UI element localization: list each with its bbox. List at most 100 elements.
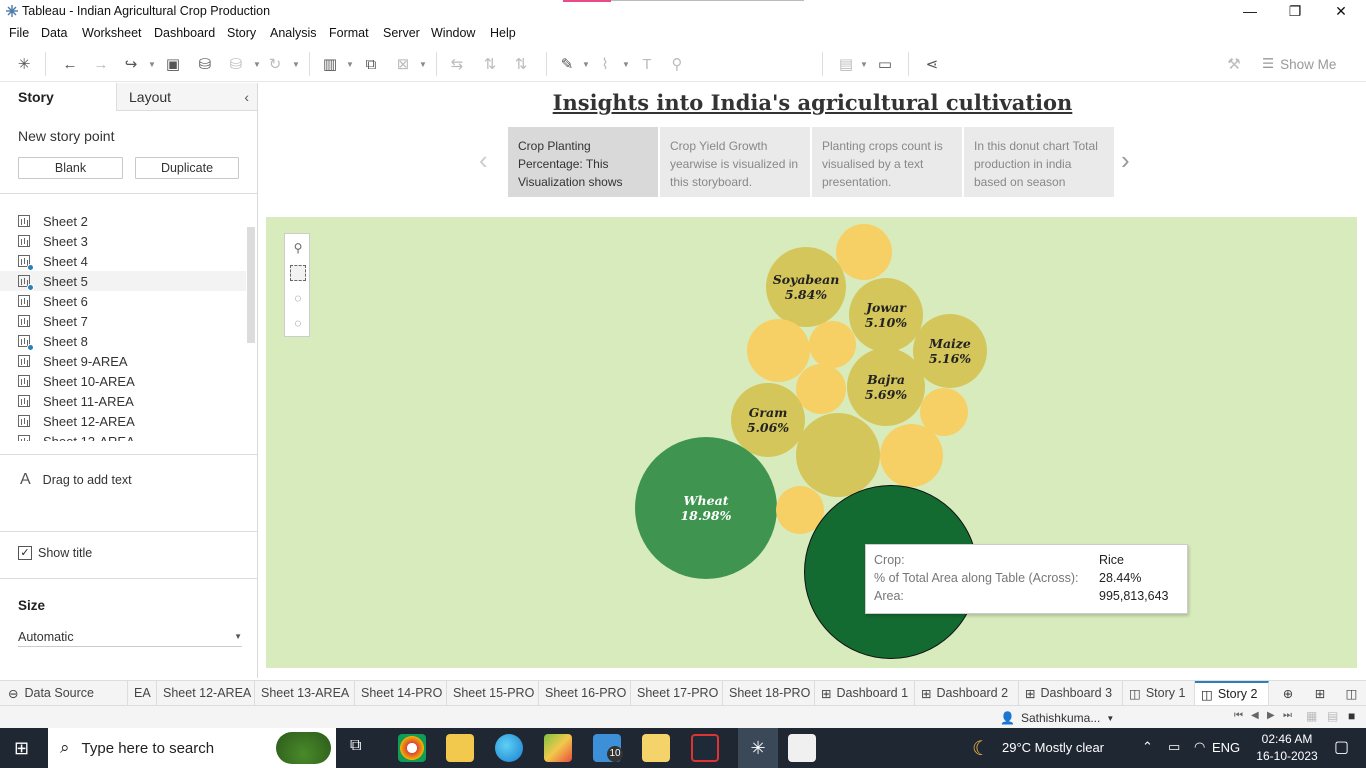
blank-button[interactable]: Blank <box>18 157 123 179</box>
text-label-icon[interactable]: T <box>637 54 657 74</box>
tab-sheet[interactable]: Sheet 17-PRO <box>631 681 723 705</box>
clear-sheet-icon[interactable]: ⊠ <box>393 54 413 74</box>
tableau-taskbar-icon[interactable]: ✳ <box>738 728 778 768</box>
close-button[interactable]: ✕ <box>1318 0 1364 22</box>
tab-data-source[interactable]: ⊖ Data Source <box>0 681 128 705</box>
language-indicator[interactable]: ENG <box>1212 740 1240 755</box>
bubble-mark[interactable] <box>880 424 943 487</box>
sheet-list-item[interactable]: Sheet 10-AREA <box>18 371 135 391</box>
tab-sheet[interactable]: Sheet 12-AREA <box>157 681 255 705</box>
pin-icon[interactable]: ⚲ <box>667 54 687 74</box>
lasso-select-icon[interactable]: ◌ <box>290 315 306 331</box>
minimize-button[interactable]: — <box>1227 0 1273 22</box>
new-story-icon[interactable]: ◫ <box>1337 681 1366 705</box>
grid-view-icon[interactable]: ▦ <box>1306 709 1317 723</box>
new-worksheet-icon[interactable]: ⊕ <box>1273 681 1303 705</box>
windows-start-icon[interactable]: ⊞ <box>14 738 34 758</box>
bubble-bajra[interactable]: Bajra 5.69% <box>847 348 925 426</box>
previous-story-point-icon[interactable]: ‹ <box>479 145 488 176</box>
weather-text[interactable]: 29°C Mostly clear <box>1002 740 1104 755</box>
file-explorer-icon[interactable] <box>446 734 474 762</box>
duplicate-sheet-icon[interactable]: ⧉ <box>361 54 381 74</box>
tab-dashboard-2[interactable]: ⊞ Dashboard 2 <box>915 681 1019 705</box>
tab-sheet[interactable]: Sheet 15-PRO <box>447 681 539 705</box>
sort-ascending-icon[interactable]: ⇅ <box>480 54 500 74</box>
new-worksheet-icon[interactable]: ▥ <box>320 54 340 74</box>
bubble-mark[interactable] <box>809 321 856 368</box>
tab-sheet[interactable]: EA <box>128 681 157 705</box>
sheet-list-item[interactable]: Sheet 4 <box>18 251 88 271</box>
restore-button[interactable]: ❐ <box>1272 0 1318 22</box>
tab-sheet[interactable]: Sheet 18-PRO <box>723 681 815 705</box>
chevron-down-icon[interactable]: ▼ <box>622 60 630 69</box>
size-dropdown[interactable]: Automatic ▼ <box>18 627 242 647</box>
replay-icon[interactable]: ↪ <box>121 54 141 74</box>
edge-icon[interactable] <box>495 734 523 762</box>
task-view-icon[interactable]: ⧉ <box>350 737 361 755</box>
chevron-down-icon[interactable]: ▼ <box>253 60 261 69</box>
pin-icon[interactable]: ⚲ <box>290 240 306 256</box>
store-icon[interactable] <box>788 734 816 762</box>
chrome-icon[interactable] <box>398 734 426 762</box>
save-icon[interactable]: ▣ <box>163 54 183 74</box>
sheet-list-item[interactable]: Sheet 12-AREA <box>18 411 135 431</box>
sheet-list-item[interactable]: Sheet 5 <box>0 271 246 291</box>
last-page-icon[interactable]: ⏭ <box>1283 710 1292 721</box>
sheet-list-item[interactable]: Sheet 13-AREA <box>18 431 135 441</box>
show-title-toggle[interactable]: ✓ Show title <box>18 546 92 560</box>
story-point-2[interactable]: Crop Yield Growth yearwise is visualized… <box>660 127 810 197</box>
rectangle-select-icon[interactable] <box>290 265 306 281</box>
brush-icon[interactable]: ⚒ <box>1224 54 1244 74</box>
tab-layout[interactable]: Layout ‹ <box>116 83 257 111</box>
menu-server[interactable]: Server <box>383 26 420 40</box>
sheet-list-item[interactable]: Sheet 8 <box>18 331 88 351</box>
bubble-wheat[interactable]: Wheat 18.98% <box>635 437 777 579</box>
tab-sheet[interactable]: Sheet 14-PRO <box>355 681 447 705</box>
menu-help[interactable]: Help <box>490 26 516 40</box>
tab-sheet[interactable]: Sheet 13-AREA <box>255 681 355 705</box>
story-point-3[interactable]: Planting crops count is visualised by a … <box>812 127 962 197</box>
checkbox-checked-icon[interactable]: ✓ <box>18 546 32 560</box>
sort-descending-icon[interactable]: ⇅ <box>511 54 531 74</box>
show-cards-icon[interactable]: ▤ <box>836 54 856 74</box>
attach-icon[interactable]: ⌇ <box>595 54 615 74</box>
mail-icon[interactable]: 10 <box>593 734 623 762</box>
menu-window[interactable]: Window <box>431 26 475 40</box>
presentation-mode-icon[interactable]: ▭ <box>875 54 895 74</box>
chevron-down-icon[interactable]: ▼ <box>346 60 354 69</box>
sheet-list-item[interactable]: Sheet 9-AREA <box>18 351 128 371</box>
undo-icon[interactable]: ← <box>60 54 80 74</box>
bubble-mark[interactable] <box>836 224 892 280</box>
next-page-icon[interactable]: ▶ <box>1267 710 1275 721</box>
menu-data[interactable]: Data <box>41 26 67 40</box>
share-icon[interactable]: ⋖ <box>922 54 942 74</box>
wifi-icon[interactable]: ◠ <box>1194 739 1205 755</box>
collapse-pane-icon[interactable]: ‹ <box>244 89 249 105</box>
sheet-list-item[interactable]: Sheet 2 <box>18 211 88 231</box>
notification-icon[interactable]: ▢ <box>1334 737 1349 757</box>
bubble-soyabean[interactable]: Soyabean 5.84% <box>766 247 846 327</box>
bubble-jowar[interactable]: Jowar 5.10% <box>849 278 923 352</box>
new-dashboard-icon[interactable]: ⊞ <box>1305 681 1335 705</box>
python-icon[interactable] <box>642 734 670 762</box>
story-point-1[interactable]: Crop Planting Percentage: This Visualiza… <box>508 127 658 197</box>
sheet-list-item[interactable]: Sheet 6 <box>18 291 88 311</box>
bubble-maize[interactable]: Maize 5.16% <box>913 314 987 388</box>
clock-time[interactable]: 02:46 AM <box>1252 732 1322 746</box>
chevron-down-icon[interactable]: ▼ <box>148 60 156 69</box>
radial-select-icon[interactable]: ◌ <box>290 290 306 306</box>
user-menu[interactable]: 👤 Sathishkuma... ▼ <box>1000 709 1125 727</box>
battery-icon[interactable]: ▭ <box>1168 739 1180 755</box>
first-page-icon[interactable]: ⏮ <box>1234 710 1243 721</box>
show-me-button[interactable]: ☰ Show Me <box>1262 54 1336 74</box>
recorder-icon[interactable] <box>691 734 719 762</box>
menu-analysis[interactable]: Analysis <box>270 26 317 40</box>
bluestacks-icon[interactable] <box>544 734 572 762</box>
redo-icon[interactable]: → <box>91 54 111 74</box>
sheet-list-scrollbar[interactable] <box>247 227 255 343</box>
chevron-up-icon[interactable]: ⌃ <box>1142 739 1153 755</box>
packed-bubble-chart[interactable]: ⚲ ◌ ◌ Soyabean 5.84% Jowar 5.10% Maize 5… <box>266 217 1357 668</box>
new-datasource-icon[interactable]: ⛁ <box>195 54 215 74</box>
menu-dashboard[interactable]: Dashboard <box>154 26 215 40</box>
tab-dashboard-3[interactable]: ⊞ Dashboard 3 <box>1019 681 1123 705</box>
